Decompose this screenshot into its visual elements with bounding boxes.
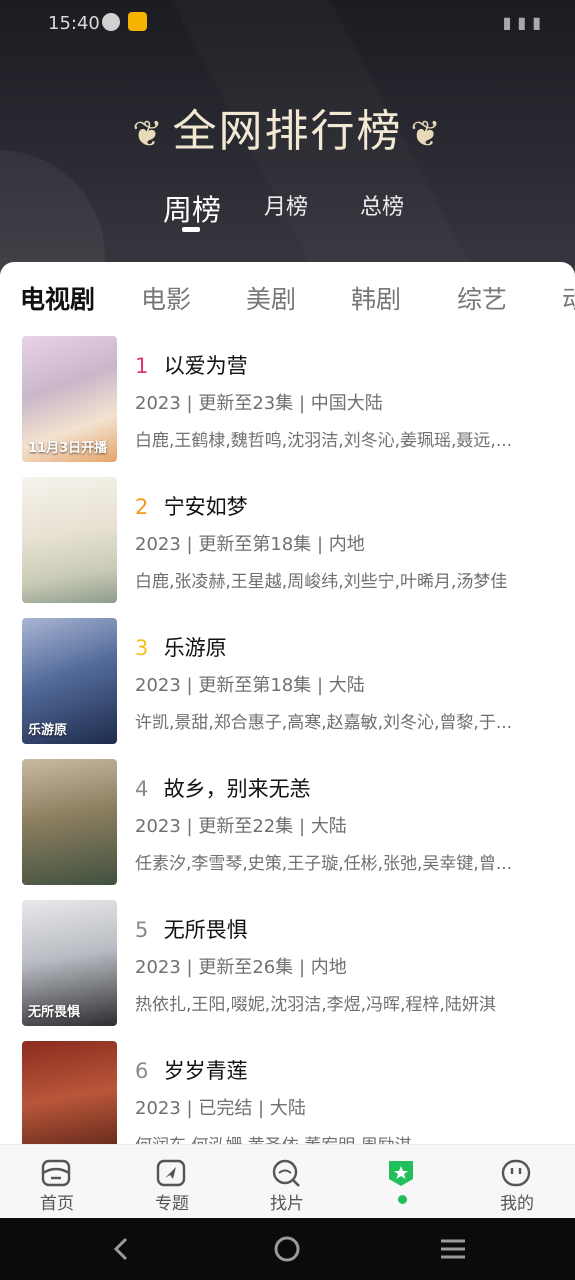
category-tab-anime[interactable]: 动 — [562, 280, 575, 316]
item-meta: 2023 | 已完结 | 大陆 — [135, 1098, 306, 1119]
poster-caption: 11月3日开播 — [28, 441, 108, 456]
home-button-icon[interactable] — [272, 1234, 302, 1264]
active-nav-dot — [398, 1195, 407, 1204]
item-title-row: 3 乐游原 — [135, 632, 227, 662]
item-title: 无所畏惧 — [163, 918, 248, 942]
poster-image — [22, 759, 117, 885]
category-tab-tv[interactable]: 电视剧 — [20, 280, 95, 316]
item-cast: 白鹿,张凌赫,王星越,周峻纬,刘些宁,叶晞月,汤梦佳 — [135, 572, 508, 592]
item-cast: 任素汐,李雪琴,史策,王子璇,任彬,张弛,吴幸键,曾... — [135, 854, 513, 874]
category-tab-variety[interactable]: 综艺 — [457, 280, 507, 316]
item-meta: 2023 | 更新至23集 | 中国大陆 — [135, 393, 383, 414]
nav-profile[interactable]: 我的 — [477, 1145, 557, 1219]
rank-number: 6 — [135, 1059, 149, 1083]
list-item[interactable]: 11月3日开播 1 以爱为营 2023 | 更新至23集 | 中国大陆 白鹿,王… — [0, 334, 575, 475]
tab-monthly[interactable]: 月榜 — [264, 189, 308, 221]
item-cast: 热依扎,王阳,啜妮,沈羽洁,李煜,冯晖,程梓,陆妍淇 — [135, 995, 496, 1015]
system-navigation-bar — [0, 1218, 575, 1280]
topic-icon — [156, 1159, 186, 1187]
list-item[interactable]: 乐游原 3 乐游原 2023 | 更新至第18集 | 大陆 许凯,景甜,郑合惠子… — [0, 616, 575, 757]
poster-image — [22, 1041, 117, 1144]
nav-profile-label: 我的 — [500, 1194, 534, 1214]
item-title-row: 6 岁岁青莲 — [135, 1055, 248, 1085]
search-icon — [272, 1159, 300, 1187]
list-item[interactable]: 6 岁岁青莲 2023 | 已完结 | 大陆 何润东,何泓姗,黄圣依,董宥明,周… — [0, 1039, 575, 1144]
back-icon[interactable] — [106, 1234, 136, 1264]
rank-number: 2 — [135, 495, 149, 519]
poster-image — [22, 477, 117, 603]
menu-icon[interactable] — [438, 1234, 468, 1264]
category-tabs: 电视剧 电影 美剧 韩剧 综艺 动 — [0, 280, 575, 320]
ranking-badge-icon — [389, 1161, 413, 1186]
nav-topics[interactable]: 专题 — [132, 1145, 212, 1219]
profile-icon — [501, 1159, 531, 1187]
home-icon — [41, 1159, 71, 1187]
item-cast: 何润东,何泓姗,黄圣依,董宥明,周励淇 — [135, 1131, 553, 1144]
notification-icon — [102, 13, 120, 31]
poster-image: 无所畏惧 — [22, 900, 117, 1026]
category-tab-movie[interactable]: 电影 — [141, 280, 191, 316]
item-title: 故乡，别来无恙 — [163, 777, 311, 801]
nav-find-label: 找片 — [270, 1194, 304, 1214]
category-tab-us-drama[interactable]: 美剧 — [246, 280, 296, 316]
item-title-row: 5 无所畏惧 — [135, 914, 248, 944]
item-title: 岁岁青莲 — [163, 1059, 248, 1083]
item-title-row: 4 故乡，别来无恙 — [135, 773, 311, 803]
bottom-navigation: 首页 专题 找片 我的 — [0, 1144, 575, 1219]
tab-all-time[interactable]: 总榜 — [360, 189, 404, 221]
item-title: 宁安如梦 — [163, 495, 248, 519]
nav-home[interactable]: 首页 — [17, 1145, 97, 1219]
laurel-right-icon: ❦ — [410, 113, 443, 155]
status-bar: 15:40 ▮▮▮ — [0, 0, 575, 46]
ranking-panel: 电视剧 电影 美剧 韩剧 综艺 动 11月3日开播 1 以爱为营 2023 | … — [0, 262, 575, 1144]
rank-number: 4 — [135, 777, 149, 801]
item-cast: 许凯,景甜,郑合惠子,高寒,赵嘉敏,刘冬沁,曾黎,于... — [135, 713, 513, 733]
nav-ranking[interactable] — [362, 1145, 442, 1219]
period-tabs: 周榜 月榜 总榜 — [0, 185, 575, 235]
poster-image: 乐游原 — [22, 618, 117, 744]
item-title: 乐游原 — [163, 636, 227, 660]
signal-battery-icon: ▮▮▮ — [502, 13, 547, 32]
status-time: 15:40 — [48, 13, 100, 34]
item-cast: 白鹿,王鹤棣,魏哲鸣,沈羽洁,刘冬沁,姜珮瑶,聂远,... — [135, 431, 513, 451]
tab-weekly[interactable]: 周榜 — [163, 187, 221, 229]
nav-home-label: 首页 — [40, 1194, 74, 1214]
item-meta: 2023 | 更新至第18集 | 内地 — [135, 534, 365, 555]
category-tab-k-drama[interactable]: 韩剧 — [351, 280, 401, 316]
item-title-row: 1 以爱为营 — [135, 350, 248, 380]
app-notification-icon — [128, 12, 147, 31]
active-tab-indicator — [182, 227, 200, 232]
ranking-header: 15:40 ▮▮▮ ❦ 全网排行榜 ❦ 周榜 月榜 总榜 — [0, 0, 575, 300]
rank-number: 3 — [135, 636, 149, 660]
item-meta: 2023 | 更新至26集 | 内地 — [135, 957, 347, 978]
item-meta: 2023 | 更新至第18集 | 大陆 — [135, 675, 365, 696]
list-item[interactable]: 2 宁安如梦 2023 | 更新至第18集 | 内地 白鹿,张凌赫,王星越,周峻… — [0, 475, 575, 616]
list-item[interactable]: 无所畏惧 5 无所畏惧 2023 | 更新至26集 | 内地 热依扎,王阳,啜妮… — [0, 898, 575, 1039]
page-title-text: 全网排行榜 — [172, 106, 403, 157]
list-item[interactable]: 4 故乡，别来无恙 2023 | 更新至22集 | 大陆 任素汐,李雪琴,史策,… — [0, 757, 575, 898]
item-title-row: 2 宁安如梦 — [135, 491, 248, 521]
laurel-left-icon: ❦ — [132, 113, 165, 155]
poster-image: 11月3日开播 — [22, 336, 117, 462]
page-title: ❦ 全网排行榜 ❦ — [0, 95, 575, 159]
nav-find[interactable]: 找片 — [247, 1145, 327, 1219]
rank-number: 5 — [135, 918, 149, 942]
poster-caption: 乐游原 — [28, 723, 68, 738]
item-meta: 2023 | 更新至22集 | 大陆 — [135, 816, 347, 837]
item-title: 以爱为营 — [163, 354, 248, 378]
nav-topics-label: 专题 — [155, 1194, 189, 1214]
poster-caption: 无所畏惧 — [28, 1005, 81, 1020]
rank-number: 1 — [135, 354, 149, 378]
